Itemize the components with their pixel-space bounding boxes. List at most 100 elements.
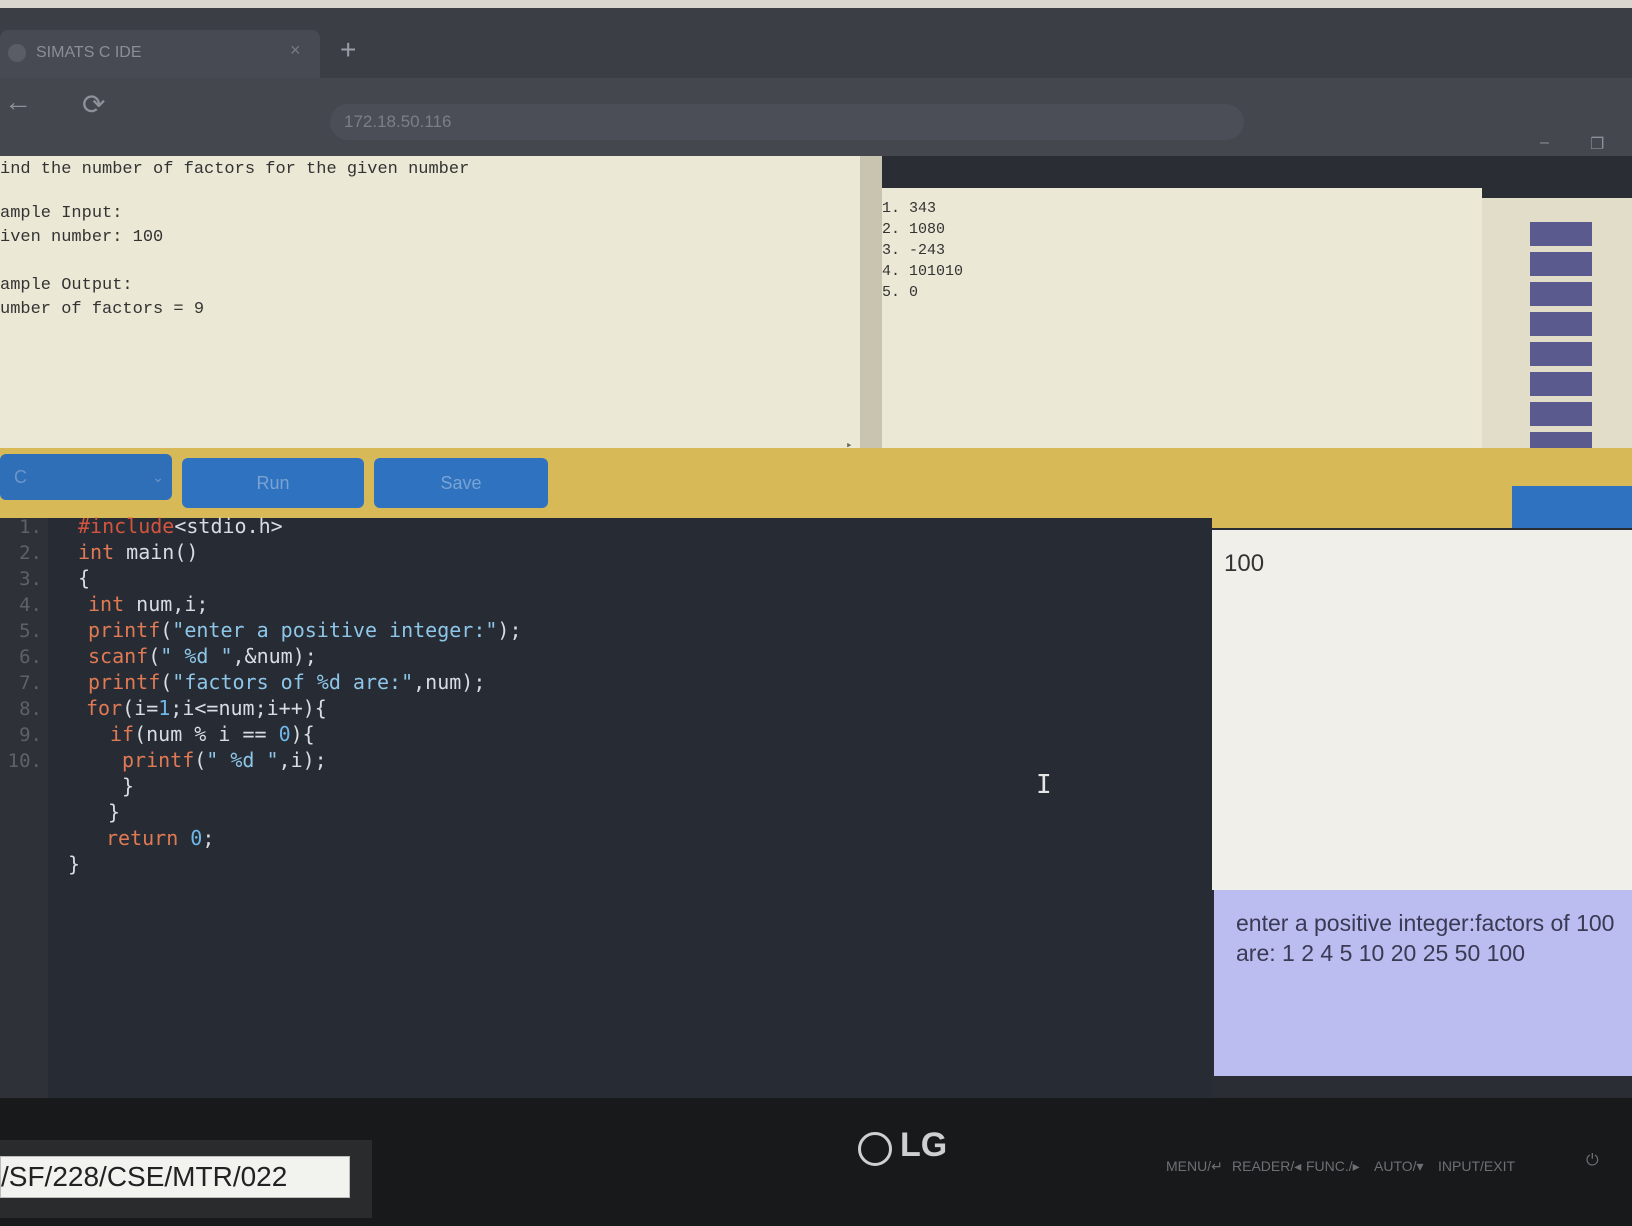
line-number: 5.: [19, 620, 42, 642]
code-token: <stdio.h>: [174, 514, 283, 538]
code-line: int num,i;: [88, 592, 208, 616]
code-line: for(i=1;i<=num;i++){: [86, 696, 327, 720]
brand-logo: LG: [900, 1126, 948, 1164]
problem-statement-panel: ind the number of factors for the given …: [0, 156, 873, 452]
code-token: 1: [158, 696, 171, 720]
auto-button[interactable]: AUTO/▾: [1374, 1158, 1424, 1175]
line-number: 10.: [7, 750, 42, 772]
minimize-icon[interactable]: –: [1540, 134, 1549, 152]
code-token: (: [194, 748, 207, 772]
question-list-item[interactable]: [1530, 222, 1592, 246]
line-number: 8.: [19, 698, 42, 720]
line-number-gutter: 1. 2. 3. 4. 5. 6. 7. 8. 9. 10.: [0, 516, 48, 1098]
monitor-bezel: /SF/228/CSE/MTR/022 LG MENU/↵ READER/◂ F…: [0, 1098, 1632, 1226]
code-line: #include<stdio.h>: [78, 514, 283, 538]
program-output-box: enter a positive integer:factors of 100 …: [1214, 890, 1632, 1076]
code-line: int main(): [78, 540, 198, 564]
test-case-1: 1. 343: [882, 200, 937, 217]
sample-io-text: ample Input: iven number: 100 ample Outp…: [0, 204, 205, 319]
chevron-down-icon: ⌄: [152, 469, 164, 485]
code-line: printf("enter a positive integer:");: [88, 618, 522, 642]
code-token: if: [110, 722, 135, 746]
code-token: ;i<=num;i++){: [170, 696, 327, 720]
code-token: ;: [202, 826, 215, 850]
browser-tab[interactable]: SIMATS C IDE ×: [0, 30, 320, 78]
reader-button[interactable]: READER/◂: [1232, 1158, 1301, 1175]
question-list-item[interactable]: [1530, 312, 1592, 336]
code-token: scanf: [88, 644, 149, 668]
line-number: 7.: [19, 672, 42, 694]
new-tab-icon[interactable]: +: [340, 34, 356, 66]
code-token: #include: [78, 514, 175, 538]
language-select-value: C: [14, 467, 27, 487]
monitor-screen: SIMATS C IDE × + ← ⟳ 172.18.50.116 – ❐ i…: [0, 8, 1632, 1098]
test-case-3: 3. -243: [882, 242, 946, 259]
code-token: "enter a positive integer:": [172, 618, 498, 642]
power-icon[interactable]: ⏻: [1586, 1152, 1599, 1170]
code-token: printf: [122, 748, 195, 772]
code-token: ,i);: [278, 748, 327, 772]
code-token: main(): [114, 540, 199, 564]
question-list-sidebar: [1482, 198, 1632, 466]
code-token: printf: [88, 618, 161, 642]
question-list-item[interactable]: [1530, 342, 1592, 366]
favicon-icon: [8, 44, 26, 62]
code-token: );: [497, 618, 522, 642]
code-token: 0: [190, 826, 203, 850]
code-line: return 0;: [106, 826, 214, 850]
code-token: "factors of %d are:": [172, 670, 414, 694]
line-number: 9.: [19, 724, 42, 746]
question-list-item[interactable]: [1530, 282, 1592, 306]
reload-icon[interactable]: ⟳: [82, 88, 105, 121]
line-number: 6.: [19, 646, 42, 668]
line-number: 1.: [19, 516, 42, 538]
close-tab-icon[interactable]: ×: [290, 40, 301, 61]
code-token: (: [148, 644, 161, 668]
stdin-input-box[interactable]: 100: [1212, 530, 1632, 890]
code-token: (i=: [122, 696, 159, 720]
code-token: num,i;: [124, 592, 209, 616]
asset-tag-label: /SF/228/CSE/MTR/022: [0, 1156, 350, 1198]
back-arrow-icon[interactable]: ←: [4, 86, 32, 118]
monitor-frame: SIMATS C IDE × + ← ⟳ 172.18.50.116 – ❐ i…: [0, 8, 1632, 1226]
language-select[interactable]: C ⌄: [0, 454, 172, 500]
code-token: (num % i ==: [134, 722, 279, 746]
code-line: if(num % i == 0){: [110, 722, 315, 746]
test-case-5: 5. 0: [882, 284, 919, 301]
restore-icon[interactable]: ❐: [1590, 134, 1604, 154]
code-token: int: [88, 592, 125, 616]
code-line: printf("factors of %d are:",num);: [88, 670, 485, 694]
code-token: " %d ": [206, 748, 279, 772]
question-list-item[interactable]: [1530, 402, 1592, 426]
code-line: {: [78, 566, 91, 590]
test-case-2: 2. 1080: [882, 221, 946, 238]
test-case-list: 1. 343 2. 1080 3. -243 4. 101010 5. 0: [882, 198, 963, 303]
input-button[interactable]: INPUT/EXIT: [1438, 1158, 1515, 1174]
code-token: for: [86, 696, 123, 720]
line-number: 2.: [19, 542, 42, 564]
menu-button[interactable]: MENU/↵: [1166, 1158, 1223, 1175]
question-list-item[interactable]: [1530, 252, 1592, 276]
problem-title: ind the number of factors for the given …: [0, 160, 470, 179]
code-token: return: [106, 826, 179, 850]
line-number: 3.: [19, 568, 42, 590]
address-bar[interactable]: 172.18.50.116: [330, 104, 1244, 140]
code-token: 0: [278, 722, 291, 746]
question-list-item[interactable]: [1530, 372, 1592, 396]
panel-divider[interactable]: [860, 156, 882, 456]
code-line: printf(" %d ",i);: [122, 748, 327, 772]
stdin-value: 100: [1224, 550, 1265, 577]
code-token: int: [78, 540, 115, 564]
submit-button[interactable]: [1512, 486, 1632, 528]
code-token: (: [160, 618, 173, 642]
func-button[interactable]: FUNC./▸: [1306, 1158, 1360, 1175]
code-token: ,&num);: [232, 644, 317, 668]
code-line: }: [108, 800, 121, 824]
test-case-4: 4. 101010: [882, 263, 964, 280]
run-button[interactable]: Run: [182, 458, 364, 508]
code-token: printf: [88, 670, 161, 694]
code-token: ){: [290, 722, 315, 746]
save-button[interactable]: Save: [374, 458, 548, 508]
code-editor[interactable]: 1. 2. 3. 4. 5. 6. 7. 8. 9. 10. #include<…: [0, 514, 1212, 1098]
